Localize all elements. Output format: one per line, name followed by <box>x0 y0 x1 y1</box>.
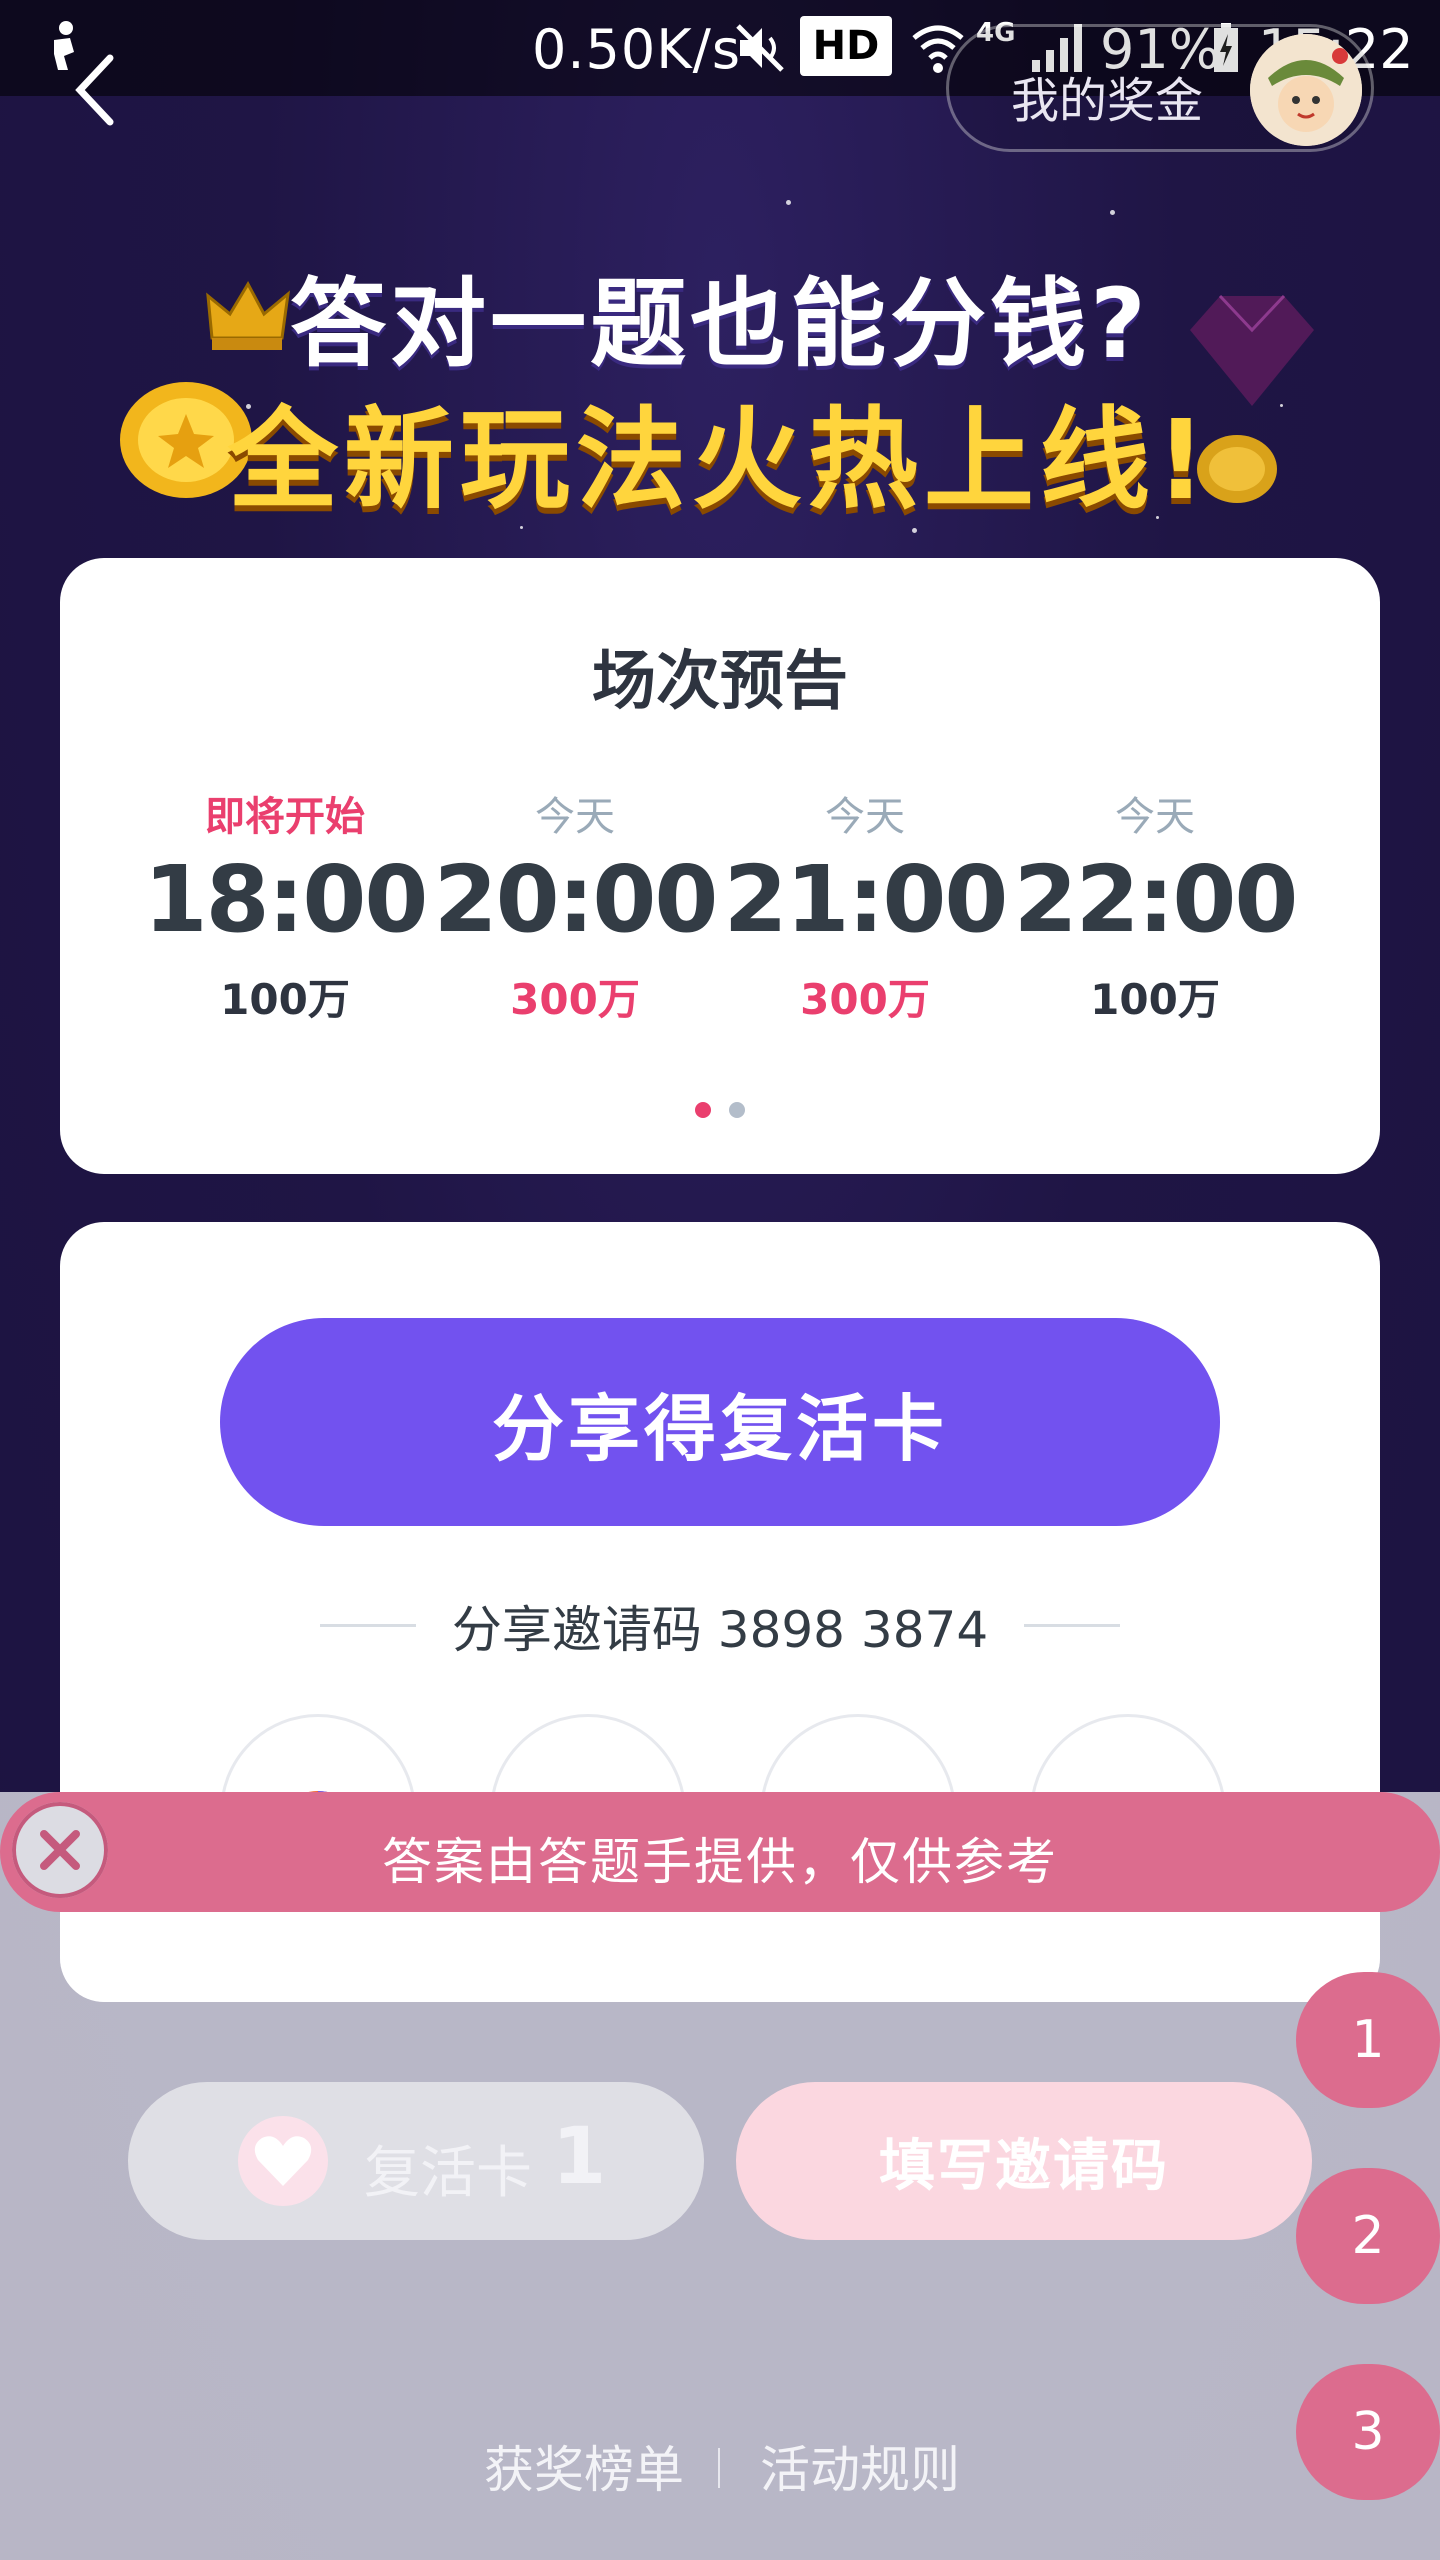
answer-option-2-button[interactable]: 2 <box>1296 2168 1440 2304</box>
rules-link[interactable]: 活动规则 <box>760 2430 960 2502</box>
invite-code-row: 分享邀请码 3898 3874 <box>60 1584 1380 1664</box>
session-tag: 今天 <box>535 794 615 840</box>
session-tag: 今天 <box>1115 794 1195 840</box>
heart-icon <box>254 2136 312 2186</box>
schedule-title: 场次预告 <box>592 645 848 719</box>
leaderboard-link[interactable]: 获奖榜单 <box>484 2430 684 2502</box>
session-time: 22:00 <box>1013 846 1299 953</box>
avatar[interactable] <box>1250 34 1362 146</box>
quiz-home-page: 0.50K/s HD 4G 91% 15:22 <box>0 0 1440 2560</box>
page-dot[interactable] <box>729 1102 745 1118</box>
mute-icon <box>736 24 784 72</box>
banner-headline: 答对一题也能分钱? <box>290 268 1150 380</box>
session-2[interactable]: 今天 20:00 300万 <box>430 784 720 1027</box>
pagination-dots[interactable] <box>60 1102 1380 1118</box>
session-prize: 300万 <box>510 975 640 1024</box>
footer-links: 获奖榜单 活动规则 <box>0 2430 1440 2500</box>
revive-card-count: 1 <box>552 2112 607 2202</box>
heart-icon-wrap <box>238 2116 328 2206</box>
share-revive-card-button[interactable]: 分享得复活卡 <box>220 1318 1220 1526</box>
net-speed: 0.50K/s <box>532 18 741 81</box>
session-prize: 100万 <box>1090 975 1220 1024</box>
hd-badge: HD <box>800 16 892 76</box>
session-time: 20:00 <box>433 846 719 953</box>
schedule-card: 场次预告 即将开始 18:00 100万 今天 20:00 300万 今天 21… <box>60 558 1380 1174</box>
my-bonus-label: 我的奖金 <box>1011 73 1204 129</box>
session-prize: 100万 <box>220 975 350 1024</box>
session-time: 21:00 <box>723 846 1009 953</box>
avatar-image <box>1250 34 1362 146</box>
session-1[interactable]: 即将开始 18:00 100万 <box>140 784 430 1027</box>
revive-card-label: 复活卡 <box>364 2141 532 2206</box>
session-time: 18:00 <box>143 846 429 953</box>
session-prize: 300万 <box>800 975 930 1024</box>
promo-banner: 答对一题也能分钱? 全新玩法火热上线! <box>0 170 1440 530</box>
footer-divider <box>718 2448 720 2488</box>
invite-code-text: 分享邀请码 3898 3874 <box>451 1601 989 1659</box>
back-arrow-icon[interactable] <box>66 50 126 130</box>
answer-hint-toast: 答案由答题手提供，仅供参考 <box>0 1792 1440 1912</box>
session-tag: 今天 <box>825 794 905 840</box>
banner-subheadline: 全新玩法火热上线! <box>227 396 1213 524</box>
revive-card-counter[interactable]: 复活卡 1 <box>128 2082 704 2240</box>
answer-option-1-button[interactable]: 1 <box>1296 1972 1440 2108</box>
page-dot-active[interactable] <box>695 1102 711 1118</box>
session-3[interactable]: 今天 21:00 300万 <box>720 784 1010 1027</box>
session-4[interactable]: 今天 22:00 100万 <box>1010 784 1300 1027</box>
toast-message: 答案由答题手提供，仅供参考 <box>382 1833 1058 1891</box>
enter-invite-code-button[interactable]: 填写邀请码 <box>736 2082 1312 2240</box>
session-tag: 即将开始 <box>205 794 365 840</box>
